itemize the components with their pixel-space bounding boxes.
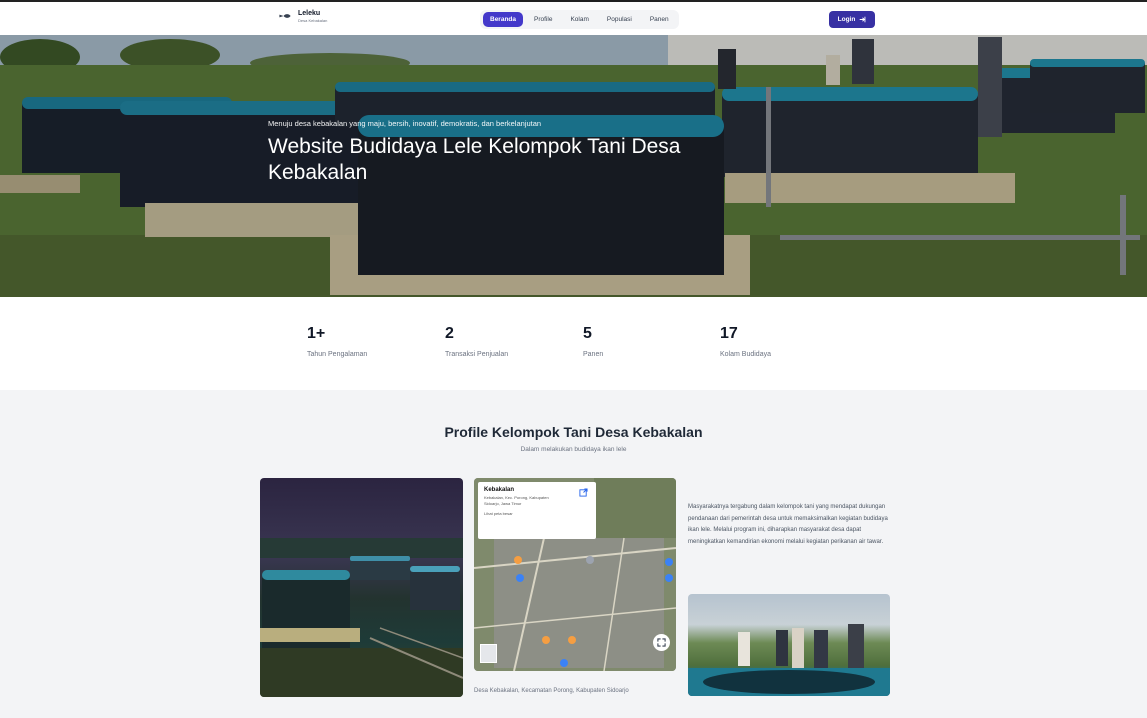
hero-tagline: Menuju desa kebakalan yang maju, bersih,… bbox=[268, 119, 542, 128]
map-place-address: Kebakalan, Kec. Porong, Kabupaten Sidoar… bbox=[484, 495, 549, 506]
brand-name: Leleku bbox=[298, 9, 321, 17]
stat-ponds: 17 Kolam Budidaya bbox=[720, 325, 771, 358]
stat-value: 2 bbox=[445, 325, 454, 342]
stat-label: Panen bbox=[583, 351, 604, 358]
login-button[interactable]: Login bbox=[829, 11, 875, 28]
stat-value: 17 bbox=[720, 325, 738, 342]
stat-label: Kolam Budidaya bbox=[720, 351, 771, 358]
stats-bar: 1+ Tahun Pengalaman 2 Transaksi Penjuala… bbox=[0, 297, 1147, 390]
stat-sales: 2 Transaksi Penjualan bbox=[445, 325, 508, 358]
stat-label: Transaksi Penjualan bbox=[445, 351, 509, 358]
night-ponds-photo bbox=[260, 478, 463, 697]
profile-description: Masyarakatnya tergabung dalam kelompok t… bbox=[688, 504, 888, 545]
profile-subtitle: Dalam melakukan budidaya ikan lele bbox=[520, 446, 627, 453]
location-map[interactable]: Kebakalan Kebakalan, Kec. Porong, Kabupa… bbox=[474, 478, 676, 671]
night-ponds-illustration bbox=[260, 538, 463, 697]
expand-icon bbox=[657, 638, 666, 647]
fish-logo-icon bbox=[279, 14, 291, 18]
stat-harvest: 5 Panen bbox=[583, 325, 603, 358]
map-layer-toggle[interactable] bbox=[480, 644, 497, 663]
map-larger-link[interactable]: Lihat peta besar bbox=[484, 511, 590, 516]
login-label: Login bbox=[837, 16, 856, 23]
brand[interactable]: Leleku Desa Kebakalan bbox=[278, 9, 327, 23]
nav-item-populasi[interactable]: Populasi bbox=[600, 12, 639, 27]
nav-item-panen[interactable]: Panen bbox=[643, 12, 676, 27]
nav-menu: Beranda Profile Kolam Populasi Panen bbox=[480, 10, 679, 29]
nav-item-profile[interactable]: Profile bbox=[527, 12, 559, 27]
stat-label: Tahun Pengalaman bbox=[307, 351, 368, 358]
page: Leleku Desa Kebakalan Beranda Profile Ko… bbox=[0, 0, 1147, 718]
hero-banner: Menuju desa kebakalan yang maju, bersih,… bbox=[0, 35, 1147, 297]
stat-value: 1+ bbox=[307, 325, 326, 342]
login-arrow-icon bbox=[860, 16, 866, 23]
navbar: Leleku Desa Kebakalan Beranda Profile Ko… bbox=[0, 0, 1147, 35]
fullscreen-icon[interactable] bbox=[653, 634, 670, 651]
open-in-maps-icon[interactable] bbox=[579, 488, 588, 497]
map-caption: Desa Kebakalan, Kecamatan Porong, Kabupa… bbox=[474, 688, 629, 694]
profile-section: Profile Kelompok Tani Desa Kebakalan Dal… bbox=[0, 390, 1147, 718]
map-info-card: Kebakalan Kebakalan, Kec. Porong, Kabupa… bbox=[478, 482, 596, 539]
team-photo bbox=[688, 594, 890, 696]
team-illustration bbox=[688, 624, 890, 696]
brand-subtitle: Desa Kebakalan bbox=[298, 17, 328, 23]
profile-title: Profile Kelompok Tani Desa Kebakalan bbox=[444, 424, 703, 440]
stat-value: 5 bbox=[583, 325, 592, 342]
hero-text: Menuju desa kebakalan yang maju, bersih,… bbox=[268, 119, 688, 186]
brand-text: Leleku Desa Kebakalan bbox=[298, 10, 327, 23]
map-place-name: Kebakalan bbox=[484, 487, 515, 493]
nav-item-kolam[interactable]: Kolam bbox=[563, 12, 595, 27]
hero-title: Website Budidaya Lele Kelompok Tani Desa… bbox=[268, 135, 681, 184]
nav-item-beranda[interactable]: Beranda bbox=[483, 12, 524, 27]
stat-experience: 1+ Tahun Pengalaman bbox=[307, 325, 367, 358]
